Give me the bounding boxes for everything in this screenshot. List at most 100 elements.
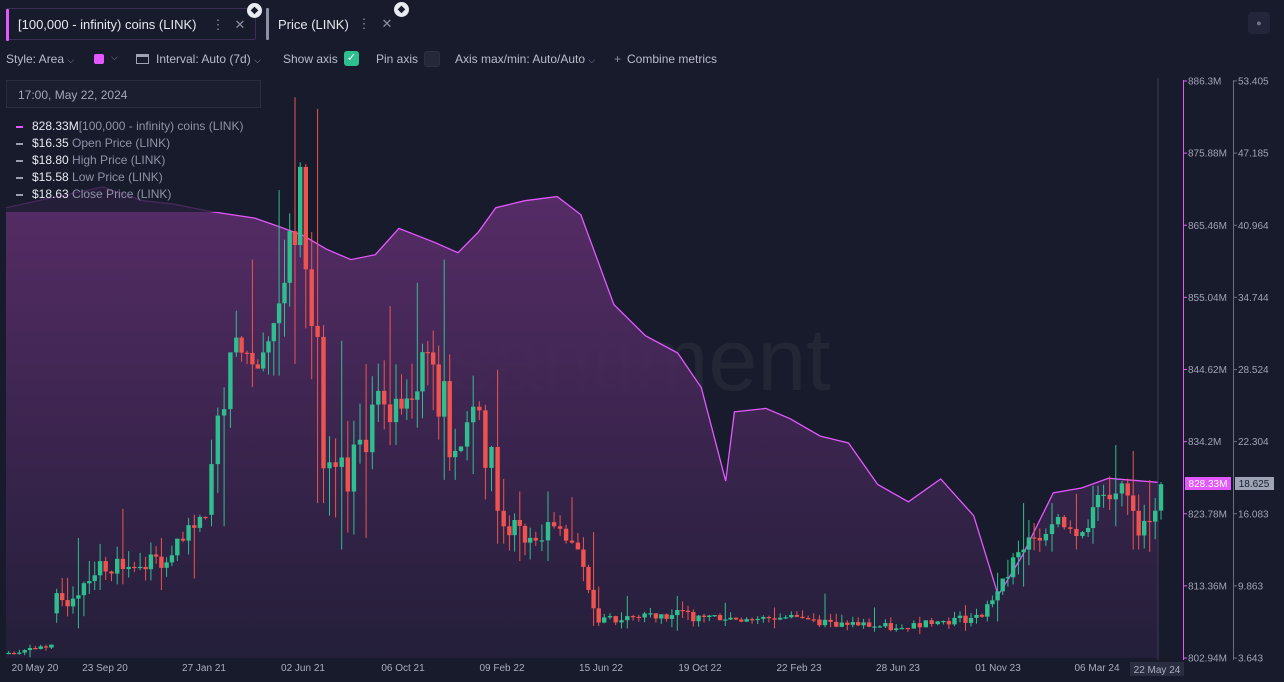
candle-body bbox=[755, 618, 760, 621]
candle-body bbox=[97, 561, 103, 576]
candle-body bbox=[370, 404, 375, 453]
candle-body bbox=[1016, 552, 1021, 558]
candle-body bbox=[81, 583, 87, 596]
candle-body bbox=[1147, 520, 1152, 523]
right-axis-tick-label: 47.185 bbox=[1238, 149, 1269, 160]
right-axis-ticks: 53.405 47.185 40.964 34.744 28.524 22.304 16.0… bbox=[1233, 77, 1269, 665]
left-axis-tick-label: 844.62M bbox=[1188, 365, 1227, 376]
candle-body bbox=[339, 457, 344, 467]
candle-body bbox=[941, 621, 946, 623]
left-axis-ticks: 886.3M 875.88M 865.46M 855.04M 844.62M 834.2M… bbox=[1183, 77, 1227, 665]
candle-body bbox=[507, 526, 512, 536]
candle-body bbox=[109, 571, 114, 574]
x-axis-tick-label: 06 Mar 24 bbox=[1074, 663, 1119, 674]
candle-body bbox=[691, 612, 696, 622]
candle-body bbox=[957, 615, 963, 618]
series-dash bbox=[16, 159, 23, 162]
candle-body bbox=[1142, 520, 1147, 536]
candle-body bbox=[271, 323, 276, 342]
candle-body bbox=[1080, 532, 1085, 536]
candle-body bbox=[1119, 483, 1125, 494]
candle-body bbox=[1026, 537, 1032, 550]
candle-body bbox=[1021, 549, 1026, 553]
candle-body bbox=[777, 617, 783, 620]
candle-body bbox=[974, 614, 979, 618]
candle-body bbox=[794, 615, 800, 617]
candle-body bbox=[929, 620, 934, 624]
candle-body bbox=[404, 398, 409, 409]
candle-body bbox=[321, 336, 326, 469]
candle-body bbox=[228, 352, 233, 410]
tooltip-value: $18.80 bbox=[32, 153, 69, 167]
candle-body bbox=[1062, 517, 1067, 528]
right-axis-tick-label: 53.405 bbox=[1238, 77, 1269, 88]
candle-body bbox=[169, 555, 175, 563]
candle-body bbox=[528, 537, 533, 543]
candle-body bbox=[11, 652, 17, 655]
candle-body bbox=[772, 618, 777, 620]
candle-body bbox=[27, 648, 33, 651]
x-axis-ticks: 20 May 20 23 Sep 20 27 Jan 21 02 Jun 21 06 O… bbox=[12, 663, 1120, 674]
candle-body bbox=[442, 381, 447, 417]
left-axis-tick-label: 834.2M bbox=[1188, 437, 1221, 448]
candle-body bbox=[569, 540, 575, 543]
candle-body bbox=[946, 621, 952, 625]
candle-body bbox=[968, 617, 974, 623]
candle-body bbox=[917, 623, 922, 628]
x-axis-tick-label: 02 Jun 21 bbox=[281, 663, 325, 674]
candle-body bbox=[522, 525, 528, 543]
x-axis-tick-label: 09 Feb 22 bbox=[479, 663, 524, 674]
tooltip-name: Close Price (LINK) bbox=[72, 187, 172, 201]
candle-body bbox=[203, 516, 208, 519]
candle-body bbox=[180, 538, 186, 541]
candle-body bbox=[431, 352, 436, 365]
candle-body bbox=[696, 615, 701, 622]
left-axis-tick-label: 875.88M bbox=[1188, 149, 1227, 160]
right-axis-tick-label: 34.744 bbox=[1238, 293, 1269, 304]
candle-body bbox=[1005, 577, 1011, 579]
candle-body bbox=[1107, 494, 1112, 500]
candle-body bbox=[477, 406, 482, 411]
candle-body bbox=[581, 549, 586, 567]
tooltip-name: [100,000 - infinity) coins (LINK) bbox=[78, 119, 244, 133]
candle-body bbox=[143, 566, 148, 570]
candle-body bbox=[883, 623, 888, 627]
candle-body bbox=[49, 644, 54, 648]
candle-body bbox=[261, 352, 266, 369]
right-axis-tick-label: 9.863 bbox=[1238, 581, 1263, 592]
candle-body bbox=[1090, 507, 1096, 528]
candle-body bbox=[653, 613, 659, 619]
candle-body bbox=[1010, 557, 1016, 578]
tooltip-row: $15.58 Low Price (LINK) bbox=[16, 170, 163, 184]
candle-body bbox=[464, 422, 470, 447]
candle-body bbox=[1125, 483, 1130, 496]
candle-body bbox=[659, 614, 664, 619]
candle-body bbox=[175, 538, 180, 556]
candle-body bbox=[17, 652, 22, 654]
candle-body bbox=[159, 556, 164, 568]
candle-body bbox=[234, 337, 239, 353]
candle-body bbox=[761, 617, 766, 619]
candle-body bbox=[1068, 527, 1073, 529]
tooltip-value: 828.33M bbox=[32, 119, 79, 133]
candle-body bbox=[215, 415, 220, 465]
candle-body bbox=[563, 528, 569, 541]
left-axis-tick-label: 802.94M bbox=[1188, 654, 1227, 665]
candle-body bbox=[399, 398, 404, 409]
candle-body bbox=[766, 617, 772, 619]
candle-body bbox=[292, 231, 298, 245]
candle-body bbox=[675, 610, 680, 616]
candle-body bbox=[575, 542, 581, 550]
series-dash bbox=[16, 176, 23, 179]
tooltip-name: Low Price (LINK) bbox=[72, 170, 163, 184]
candle-body bbox=[120, 558, 126, 569]
candle-body bbox=[899, 628, 905, 630]
candle-body bbox=[425, 352, 430, 354]
right-current-value: 18.625 bbox=[1239, 479, 1270, 490]
candle-body bbox=[1136, 510, 1141, 536]
candle-body bbox=[87, 581, 92, 584]
candle-body bbox=[137, 566, 143, 569]
candle-body bbox=[935, 621, 940, 625]
last-date-label: 22 May 24 bbox=[1134, 665, 1181, 676]
candle-body bbox=[282, 282, 287, 304]
